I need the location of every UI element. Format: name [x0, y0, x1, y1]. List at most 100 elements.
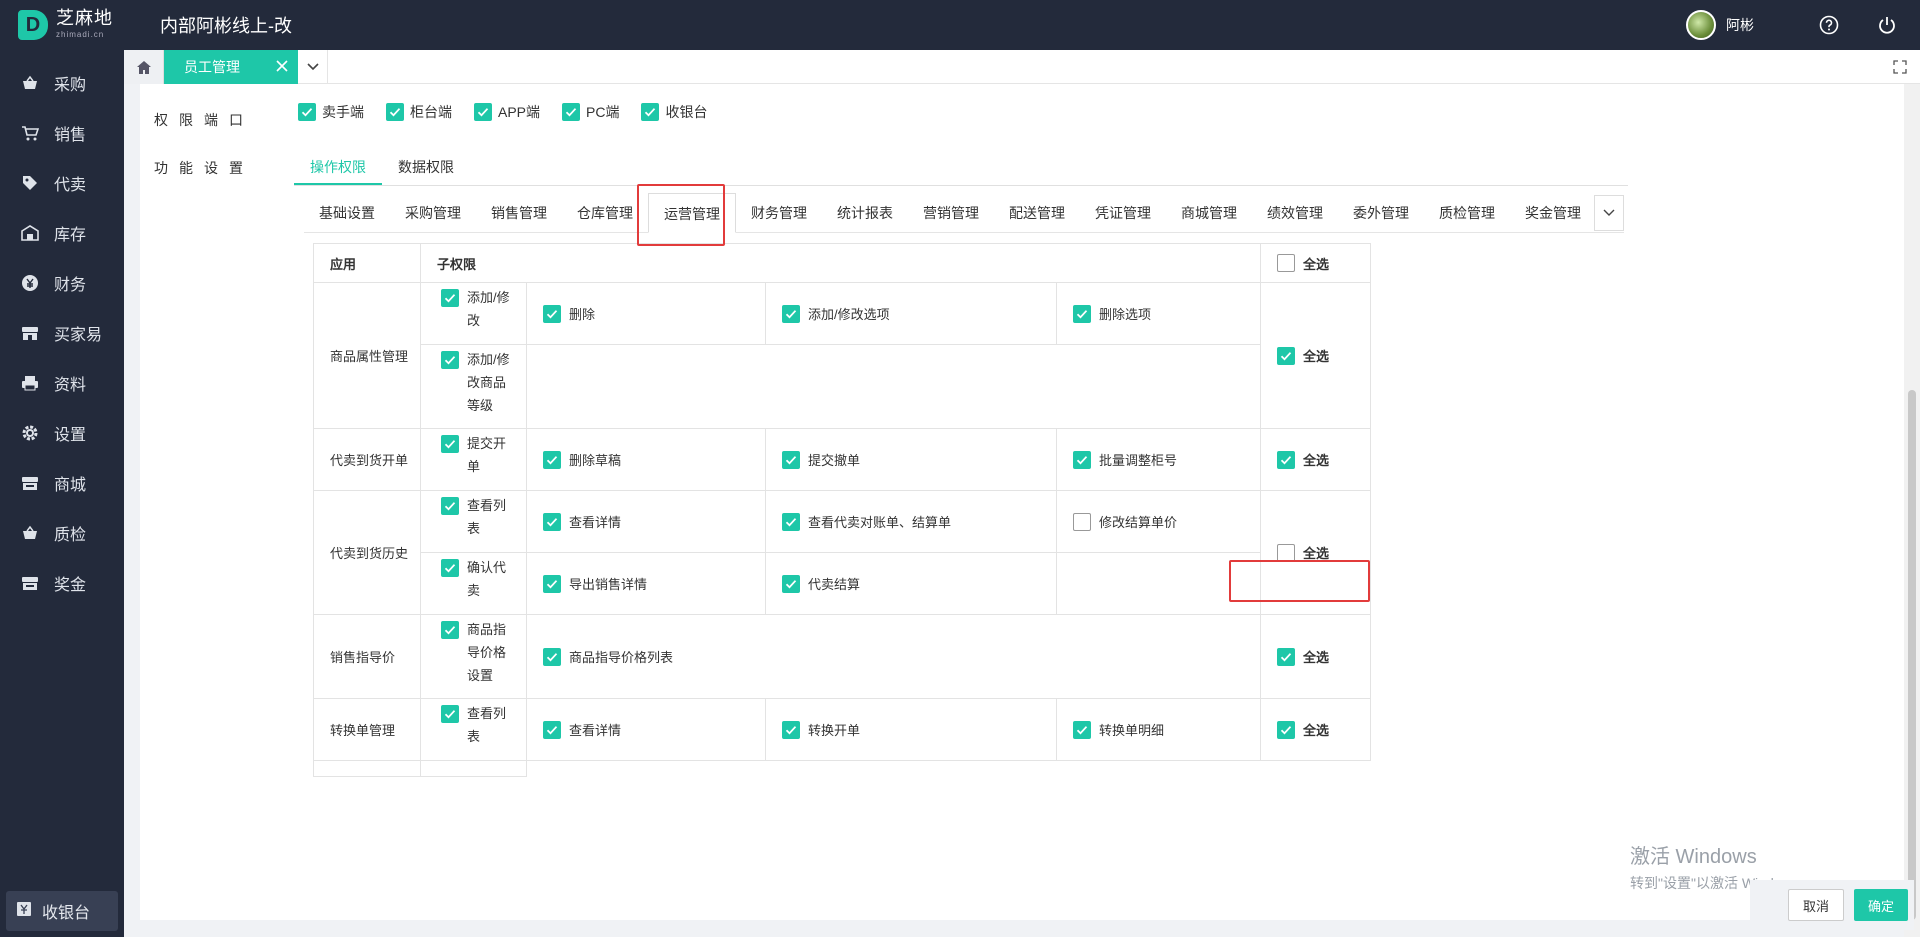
module-tab[interactable]: 统计报表 [822, 193, 908, 233]
row-select-all[interactable]: 全选 [1277, 720, 1329, 739]
row-select-all[interactable]: 全选 [1277, 543, 1329, 562]
permission-checkbox[interactable] [782, 304, 800, 323]
sub-permission[interactable]: 转换单明细 [1073, 720, 1164, 739]
permission-checkbox[interactable] [441, 621, 459, 639]
permission-checkbox[interactable] [1073, 304, 1091, 323]
permission-checkbox[interactable] [782, 450, 800, 469]
module-tab[interactable]: 商城管理 [1166, 193, 1252, 233]
sub-permission[interactable]: 查看代卖对账单、结算单 [782, 512, 951, 531]
row-select-all[interactable]: 全选 [1277, 647, 1329, 666]
sidebar-item-mall[interactable]: 商城 [0, 458, 124, 508]
power-icon[interactable] [1876, 14, 1898, 36]
port-checkbox[interactable] [386, 103, 404, 121]
permission-checkbox[interactable] [1073, 450, 1091, 469]
module-tab[interactable]: 运营管理 [648, 192, 736, 233]
sidebar-item-settings[interactable]: 设置 [0, 408, 124, 458]
main-permission[interactable]: 查看列表 [441, 497, 515, 540]
module-tab[interactable]: 销售管理 [476, 193, 562, 233]
port-option[interactable]: 收银台 [641, 102, 707, 122]
port-option[interactable]: PC端 [562, 102, 619, 122]
row-select-all[interactable]: 全选 [1277, 346, 1329, 365]
permission-checkbox[interactable] [441, 289, 459, 307]
module-tab[interactable]: 配送管理 [994, 193, 1080, 233]
home-icon[interactable] [124, 49, 164, 84]
sub-permission[interactable]: 商品指导价格列表 [543, 647, 673, 666]
module-tab[interactable]: 仓库管理 [562, 193, 648, 233]
sub-permission[interactable]: 删除 [543, 304, 595, 323]
main-permission[interactable]: 添加/修改 [441, 289, 515, 332]
header-select-all[interactable]: 全选 [1277, 254, 1329, 273]
main-permission[interactable]: 添加/修改商品等级 [441, 351, 515, 417]
module-tab[interactable]: 奖金管理 [1510, 193, 1596, 233]
sub-permission[interactable]: 添加/修改选项 [782, 304, 890, 323]
sub-permission[interactable]: 批量调整柜号 [1073, 450, 1177, 469]
sidebar-item-buyer[interactable]: 买家易 [0, 308, 124, 358]
permission-checkbox[interactable] [441, 705, 459, 723]
select-all-checkbox[interactable] [1277, 346, 1295, 365]
scrollbar[interactable] [1904, 84, 1920, 937]
username[interactable]: 阿彬 [1726, 15, 1754, 35]
scroll-thumb[interactable] [1908, 390, 1916, 920]
main-permission[interactable]: 商品指导价格设置 [441, 621, 515, 687]
module-tab[interactable]: 凭证管理 [1080, 193, 1166, 233]
permission-checkbox[interactable] [782, 720, 800, 739]
select-all-checkbox[interactable] [1277, 254, 1295, 272]
permission-checkbox[interactable] [543, 574, 561, 593]
sub-permission[interactable]: 查看详情 [543, 720, 621, 739]
permission-checkbox[interactable] [543, 512, 561, 531]
select-all-checkbox[interactable] [1277, 450, 1295, 469]
sub-permission[interactable]: 导出销售详情 [543, 574, 647, 593]
help-icon[interactable] [1818, 14, 1840, 36]
fullscreen-icon[interactable] [1880, 50, 1920, 84]
main-permission[interactable]: 提交开单 [441, 435, 515, 478]
sidebar-item-finance[interactable]: 财务 [0, 258, 124, 308]
port-option[interactable]: APP端 [474, 102, 540, 122]
permission-checkbox[interactable] [1073, 720, 1091, 739]
permission-checkbox[interactable] [441, 351, 459, 369]
permission-checkbox[interactable] [441, 559, 459, 577]
select-all-checkbox[interactable] [1277, 647, 1295, 666]
avatar[interactable] [1686, 10, 1716, 40]
permission-checkbox[interactable] [782, 574, 800, 593]
cashier-button[interactable]: 收银台 [6, 891, 118, 931]
permission-checkbox[interactable] [543, 304, 561, 323]
close-icon[interactable] [276, 59, 288, 75]
row-select-all[interactable]: 全选 [1277, 450, 1329, 469]
module-tab[interactable]: 委外管理 [1338, 193, 1424, 233]
module-tab[interactable]: 绩效管理 [1252, 193, 1338, 233]
sub-permission[interactable]: 修改结算单价 [1073, 512, 1177, 531]
sub-permission[interactable]: 转换开单 [782, 720, 860, 739]
port-checkbox[interactable] [298, 103, 316, 121]
tab-data-permission[interactable]: 数据权限 [382, 150, 470, 185]
module-tab[interactable]: 采购管理 [390, 193, 476, 233]
sidebar-item-consign[interactable]: 代卖 [0, 158, 124, 208]
cancel-button[interactable]: 取消 [1787, 889, 1844, 921]
module-tab[interactable]: 财务管理 [736, 193, 822, 233]
port-checkbox[interactable] [641, 103, 660, 121]
sub-permission[interactable]: 提交撤单 [782, 450, 860, 469]
sub-permission[interactable]: 删除选项 [1073, 304, 1151, 323]
port-option[interactable]: 卖手端 [298, 102, 364, 122]
select-all-checkbox[interactable] [1277, 543, 1295, 562]
module-tabs-more[interactable] [1594, 195, 1624, 231]
port-checkbox[interactable] [562, 103, 581, 121]
port-option[interactable]: 柜台端 [386, 102, 452, 122]
sidebar-item-data[interactable]: 资料 [0, 358, 124, 408]
main-permission[interactable]: 确认代卖 [441, 559, 515, 602]
sub-permission[interactable]: 查看详情 [543, 512, 621, 531]
module-tab[interactable]: 营销管理 [908, 193, 994, 233]
logo[interactable]: D 芝麻地 zhimadi.cn [0, 0, 124, 50]
permission-checkbox[interactable] [782, 512, 800, 531]
sidebar-item-inventory[interactable]: 库存 [0, 208, 124, 258]
permission-checkbox[interactable] [543, 450, 561, 469]
tab-dropdown[interactable] [298, 49, 328, 84]
tab-staff-management[interactable]: 员工管理 [164, 49, 298, 84]
permission-checkbox[interactable] [441, 497, 459, 515]
main-permission[interactable]: 查看列表 [441, 705, 515, 748]
permission-checkbox[interactable] [1073, 512, 1091, 531]
sub-permission[interactable]: 代卖结算 [782, 574, 860, 593]
permission-checkbox[interactable] [441, 435, 459, 453]
sidebar-item-qc[interactable]: 质检 [0, 508, 124, 558]
sidebar-item-purchase[interactable]: 采购 [0, 58, 124, 108]
port-checkbox[interactable] [474, 103, 492, 121]
